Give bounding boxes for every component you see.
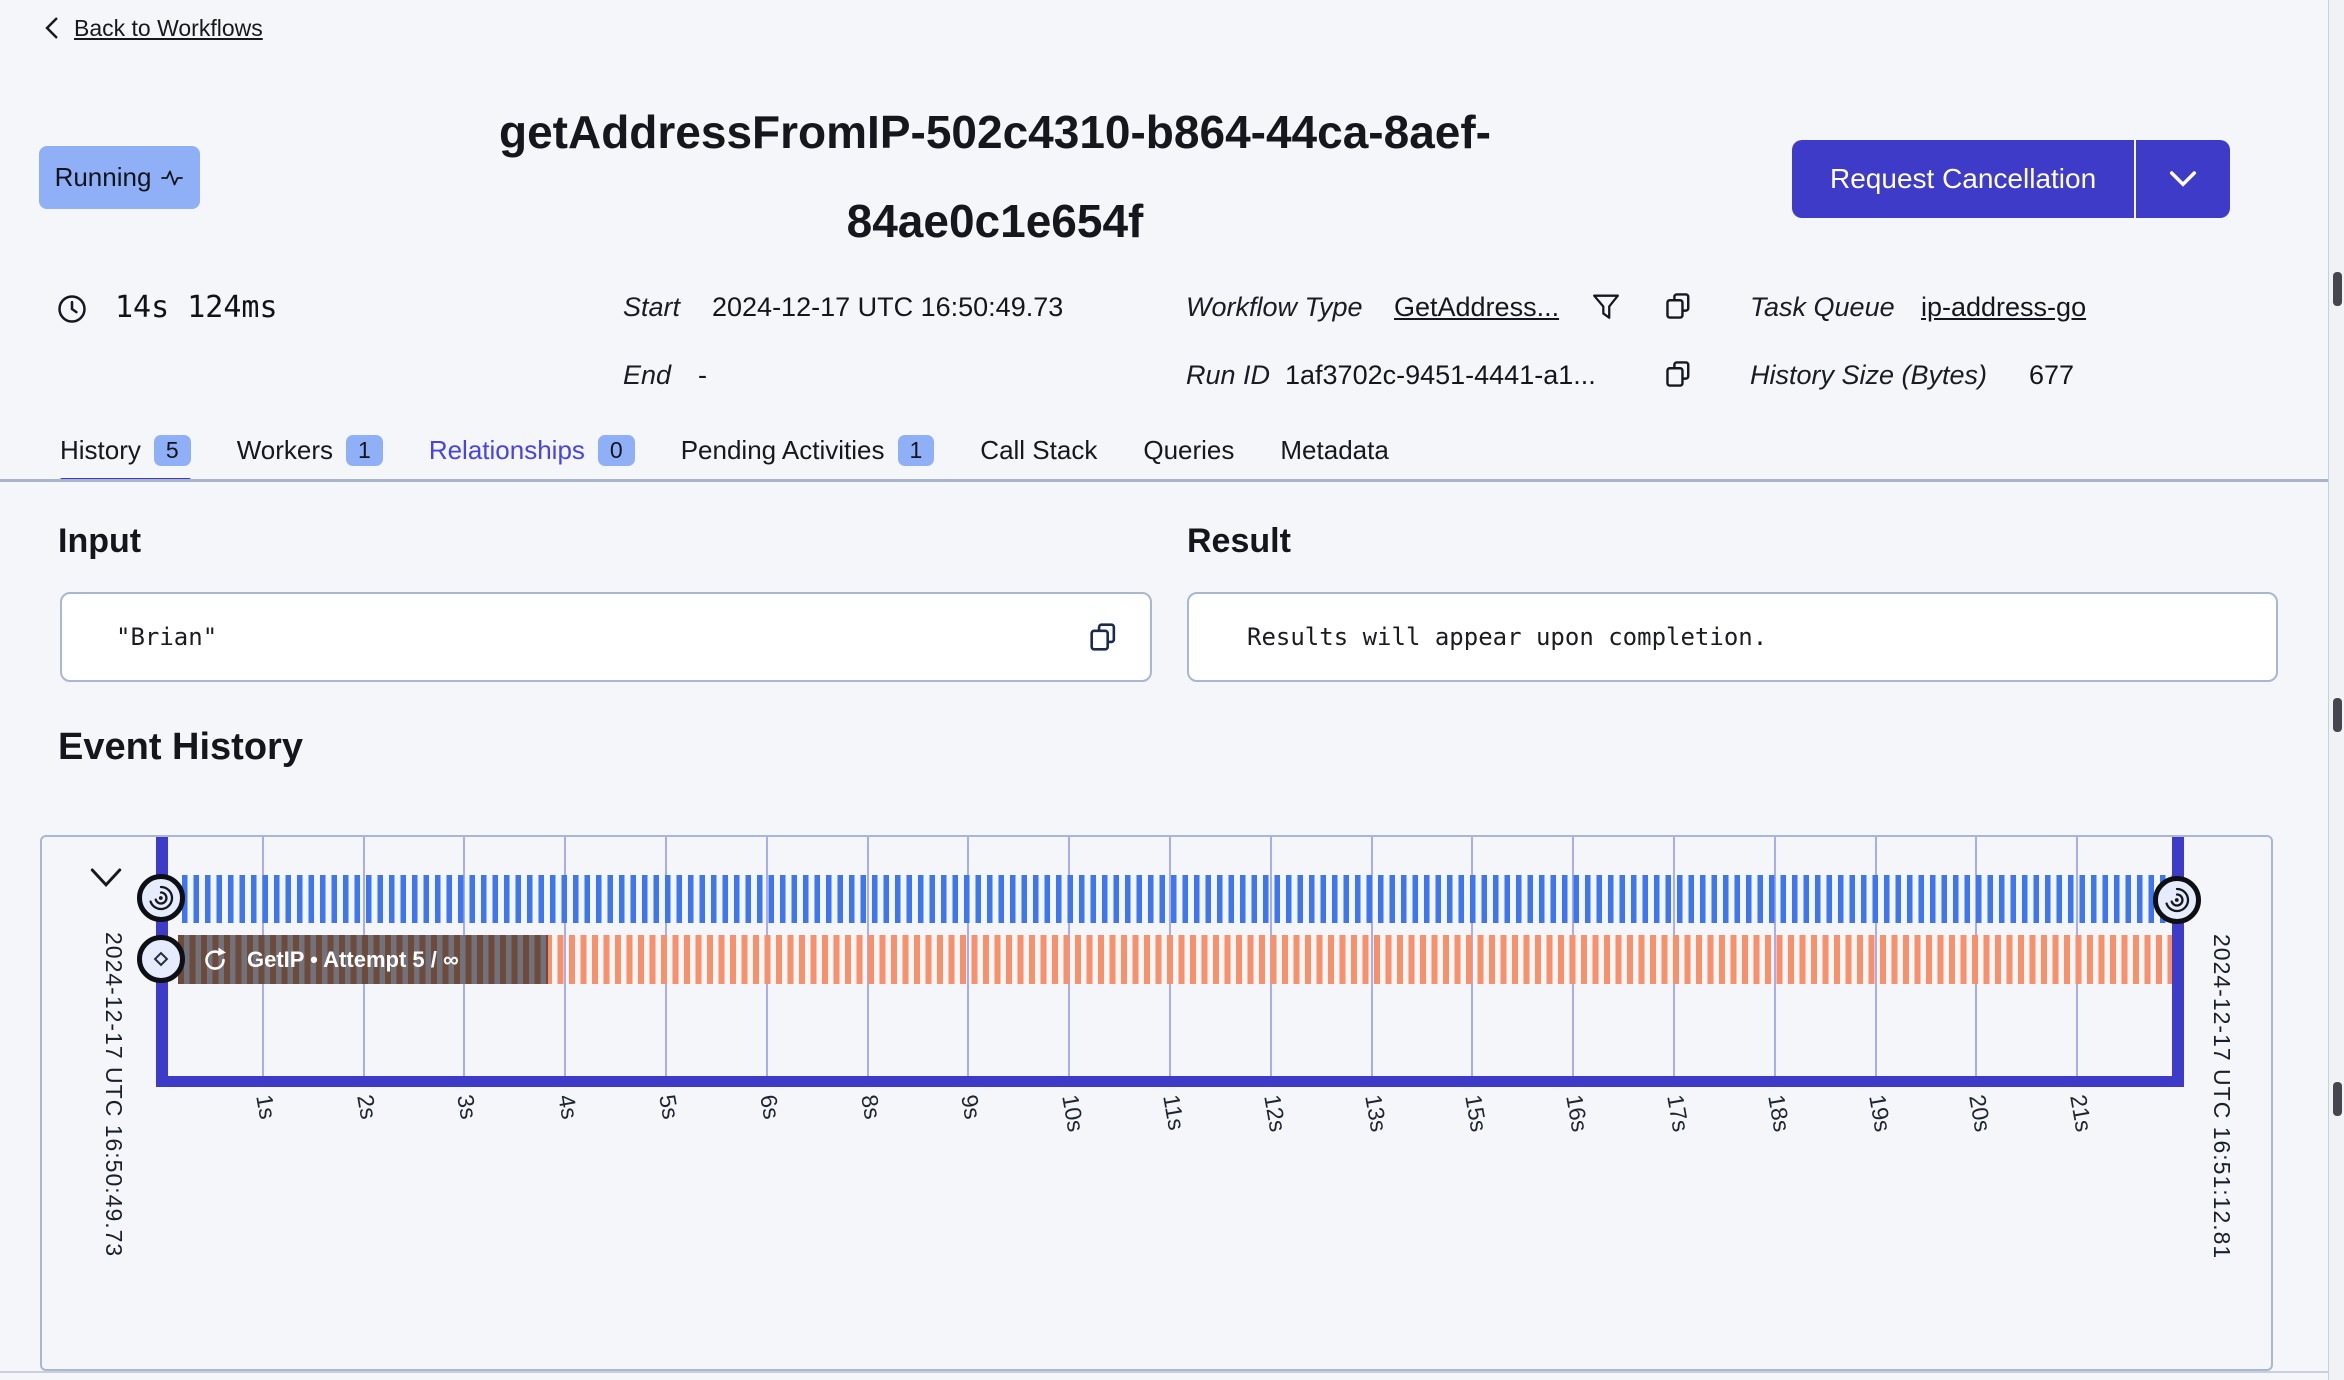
task-queue-label: Task Queue: [1750, 292, 1895, 322]
scrollbar[interactable]: [2328, 0, 2344, 1380]
filter-icon[interactable]: [1592, 293, 1620, 321]
start-value: 2024-12-17 UTC 16:50:49.73: [712, 292, 1064, 322]
axis-tick-label: 16s: [1561, 1092, 1594, 1134]
start-label: Start: [623, 292, 681, 322]
activity-start-marker[interactable]: [137, 935, 185, 983]
tab-count-badge: 5: [153, 434, 191, 466]
activity-pill[interactable]: GetIP • Attempt 5 / ∞: [178, 935, 548, 984]
axis-tick-label: 15s: [1460, 1092, 1493, 1134]
timeline-end-timestamp: 2024-12-17 UTC 16:51:12.81: [2209, 934, 2235, 1260]
collapse-chevron-icon[interactable]: [90, 867, 122, 889]
workflow-span-bar[interactable]: [182, 875, 2172, 923]
result-box: Results will appear upon completion.: [1187, 592, 2278, 682]
tab-history[interactable]: History 5: [60, 428, 191, 482]
axis-tick-label: 9s: [956, 1092, 987, 1122]
axis-tick-label: 13s: [1359, 1092, 1392, 1134]
input-box: "Brian": [60, 592, 1152, 682]
axis-tick-label: 21s: [2065, 1092, 2098, 1134]
tab-label: Call Stack: [980, 434, 1098, 465]
clock-icon: [57, 294, 87, 324]
tab-label: Metadata: [1280, 434, 1389, 465]
workflow-title-line2: 84ae0c1e654f: [846, 195, 1144, 247]
axis-tick-label: 2s: [351, 1092, 382, 1122]
axis-tick-label: 6s: [754, 1092, 785, 1122]
axis-tick-label: 17s: [1662, 1092, 1695, 1134]
run-id-value: 1af3702c-9451-4441-a1...: [1285, 360, 1596, 390]
workflow-title-line1: getAddressFromIP-502c4310-b864-44ca-8aef…: [498, 106, 1492, 158]
run-id-label: Run ID: [1186, 360, 1271, 390]
tab-call-stack[interactable]: Call Stack: [980, 428, 1097, 472]
bottom-divider: [0, 1371, 2344, 1373]
duration-value: 14s 124ms: [115, 290, 278, 325]
axis-tick-label: 1s: [250, 1092, 281, 1122]
tab-workers[interactable]: Workers 1: [237, 428, 383, 472]
timeline-panel: GetIP • Attempt 5 / ∞ 2024-12-17 UTC 16:…: [40, 835, 2273, 1371]
tab-bar: History 5 Workers 1 Relationships 0 Pend…: [60, 428, 1389, 482]
tab-queries[interactable]: Queries: [1143, 428, 1234, 472]
request-cancellation-group: Request Cancellation: [1792, 140, 2231, 218]
history-size-label: History Size (Bytes): [1750, 360, 1988, 390]
workflow-type-label: Workflow Type: [1186, 292, 1363, 322]
tab-label: Queries: [1143, 434, 1235, 465]
copy-workflow-type-icon[interactable]: [1664, 291, 1694, 321]
timeline-start-timestamp: 2024-12-17 UTC 16:50:49.73: [101, 932, 127, 1258]
input-value: "Brian": [116, 623, 218, 651]
tab-count-badge: 0: [597, 434, 635, 466]
timeline-bottom-bar: [156, 1076, 2184, 1087]
workflow-title: getAddressFromIP-502c4310-b864-44ca-8aef…: [200, 88, 1790, 266]
input-heading: Input: [58, 522, 142, 560]
axis-tick-label: 8s: [855, 1092, 886, 1122]
axis-tick-label: 12s: [1258, 1092, 1292, 1134]
workflow-end-marker[interactable]: [2153, 876, 2201, 924]
cancellation-dropdown-button[interactable]: [2136, 140, 2231, 218]
timeline-end-bar: [2172, 837, 2184, 1087]
workflow-type-link[interactable]: GetAddress...: [1394, 292, 1559, 323]
tab-label: Workers: [236, 434, 334, 465]
status-label: Running: [54, 162, 152, 192]
tab-label: History: [60, 434, 141, 465]
history-size-value: 677: [2029, 360, 2075, 390]
axis-tick-label: 3s: [452, 1092, 483, 1122]
tab-label: Relationships: [428, 434, 585, 465]
scrollbar-thumb[interactable]: [2333, 698, 2342, 732]
task-queue-link[interactable]: ip-address-go: [1921, 292, 2086, 323]
axis-tick-label: 20s: [1964, 1092, 1997, 1134]
tab-label: Pending Activities: [680, 434, 885, 465]
request-cancellation-button[interactable]: Request Cancellation: [1792, 140, 2135, 218]
back-chevron-icon: [40, 14, 66, 42]
retry-icon: [200, 945, 230, 975]
result-value: Results will appear upon completion.: [1247, 623, 1768, 651]
scrollbar-thumb[interactable]: [2333, 272, 2342, 306]
tab-count-badge: 1: [897, 434, 935, 466]
workflow-start-marker[interactable]: [137, 874, 185, 922]
back-row: Back to Workflows: [40, 14, 263, 42]
axis-tick-label: 4s: [553, 1092, 584, 1122]
activity-label: GetIP • Attempt 5 / ∞: [247, 946, 459, 972]
end-value: -: [698, 360, 707, 390]
axis-tick-label: 5s: [654, 1092, 685, 1122]
axis-tick-label: 18s: [1762, 1092, 1796, 1134]
tabs-divider: [0, 479, 2344, 482]
pulse-icon: [160, 169, 184, 187]
tab-count-badge: 1: [346, 434, 383, 466]
tab-relationships[interactable]: Relationships 0: [429, 428, 635, 472]
chevron-down-icon: [2169, 171, 2197, 187]
event-history-heading: Event History: [58, 726, 303, 768]
end-label: End: [623, 360, 672, 390]
scrollbar-thumb[interactable]: [2333, 1082, 2342, 1116]
copy-run-id-icon[interactable]: [1664, 359, 1694, 389]
axis-tick-label: 19s: [1863, 1092, 1896, 1134]
status-badge: Running: [39, 146, 200, 209]
result-heading: Result: [1187, 522, 1291, 560]
tab-pending-activities[interactable]: Pending Activities 1: [681, 428, 935, 472]
tab-metadata[interactable]: Metadata: [1280, 428, 1388, 472]
axis-tick-label: 10s: [1057, 1092, 1090, 1134]
copy-input-icon[interactable]: [1088, 621, 1120, 653]
axis-tick-label: 11s: [1158, 1092, 1190, 1133]
back-to-workflows-link[interactable]: Back to Workflows: [74, 15, 263, 42]
